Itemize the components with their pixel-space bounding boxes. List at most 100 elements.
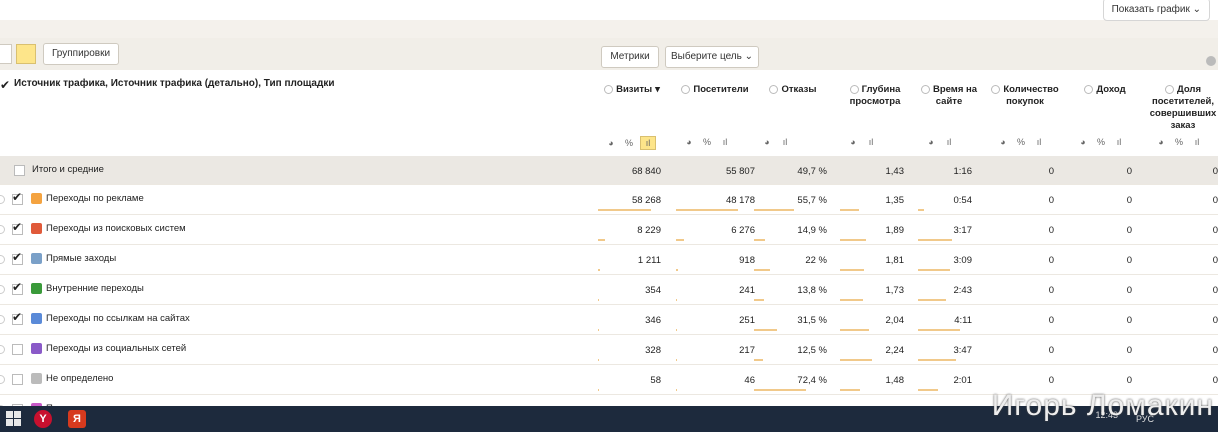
row-checkbox[interactable] <box>12 374 23 385</box>
pie-chart-icon[interactable]: ◕ <box>604 137 618 149</box>
cell-value: 3:47 <box>953 345 973 356</box>
table-row[interactable]: Внутренние переходы 354 241 13,8 % 1,73 2:43 0… <box>0 275 1218 305</box>
row-label[interactable]: Переходы по ссылкам на сайтах <box>46 313 190 324</box>
sort-desc-icon[interactable]: ▾ <box>655 84 660 95</box>
cell-value: 1:16 <box>953 166 973 177</box>
show-chart-button[interactable]: Показать график ⌄ <box>1102 0 1210 21</box>
table-row[interactable]: Переходы из поисковых систем 8 229 6 276 14… <box>0 215 1218 245</box>
column-select-radio[interactable] <box>604 84 614 94</box>
value-bar <box>754 269 770 271</box>
expand-icon[interactable] <box>0 225 5 234</box>
column-header-0[interactable]: Визиты ▾ <box>598 84 666 96</box>
expand-icon[interactable] <box>0 285 5 294</box>
cell-value: 0 <box>1212 375 1218 386</box>
column-header-5[interactable]: Количество покупок <box>990 84 1060 108</box>
cell-value: 0 <box>1212 166 1218 177</box>
column-header-label: Доля посетителей, совершивших заказ <box>1149 84 1217 131</box>
value-bar <box>598 299 599 301</box>
bar-chart-icon[interactable]: ıl <box>864 136 878 148</box>
expand-icon[interactable] <box>0 195 5 204</box>
row-label[interactable]: Внутренние переходы <box>46 283 144 294</box>
value-bar <box>918 299 946 301</box>
top-strip: Показать график ⌄ <box>0 0 1218 21</box>
windows-start-icon[interactable] <box>6 411 22 427</box>
pie-chart-icon[interactable]: ◕ <box>924 136 938 148</box>
value-bar <box>598 329 599 331</box>
cell-value: 0 <box>1126 166 1132 177</box>
bar-chart-icon[interactable]: ıl <box>640 136 656 150</box>
bar-chart-icon[interactable]: ıl <box>718 136 732 148</box>
row-checkbox[interactable] <box>12 280 23 295</box>
pie-chart-icon[interactable]: ◕ <box>1076 136 1090 148</box>
pie-chart-icon[interactable]: ◕ <box>1154 136 1168 148</box>
pie-chart-icon[interactable]: ◕ <box>760 136 774 148</box>
column-header-7[interactable]: Доля посетителей, совершивших заказ <box>1148 84 1218 132</box>
cell-value: 1,73 <box>885 285 905 296</box>
yandex-browser-icon[interactable]: Y <box>34 410 52 428</box>
list-view-icon[interactable] <box>0 44 12 64</box>
groupings-button[interactable]: Группировки <box>43 43 119 65</box>
column-header-2[interactable]: Отказы <box>754 84 832 96</box>
cell-value: 68 840 <box>631 166 661 177</box>
row-label[interactable]: Переходы по рекламе <box>46 193 144 204</box>
metrics-button[interactable]: Метрики <box>601 46 659 68</box>
cell-value: 22 % <box>805 255 827 266</box>
column-header-1[interactable]: Посетители <box>676 84 754 96</box>
value-bar <box>840 299 863 301</box>
tree-view-icon[interactable] <box>16 44 36 64</box>
value-bar <box>598 269 600 271</box>
percent-icon[interactable]: % <box>1014 136 1028 148</box>
row-checkbox[interactable] <box>12 250 23 265</box>
column-select-radio[interactable] <box>681 84 691 94</box>
row-label[interactable]: Переходы из социальных сетей <box>46 343 186 354</box>
row-label[interactable]: Итого и средние <box>32 164 104 175</box>
column-select-radio[interactable] <box>1164 84 1174 94</box>
row-checkbox[interactable] <box>12 190 23 205</box>
row-checkbox[interactable] <box>12 310 23 325</box>
column-select-radio[interactable] <box>1084 84 1094 94</box>
column-select-radio[interactable] <box>991 84 1001 94</box>
percent-icon[interactable]: % <box>622 137 636 149</box>
table-row[interactable]: Прямые заходы 1 211 918 22 % 1,81 3:09 0 0 0 <box>0 245 1218 275</box>
traffic-source-icon <box>31 343 42 354</box>
percent-icon[interactable]: % <box>1094 136 1108 148</box>
row-label[interactable]: Переходы из поисковых систем <box>46 223 186 234</box>
column-select-radio[interactable] <box>769 84 779 94</box>
column-header-3[interactable]: Глубина просмотра <box>840 84 910 108</box>
expand-icon[interactable] <box>0 375 5 384</box>
yandex-icon[interactable]: Я <box>68 410 86 428</box>
cell-value: 0 <box>1212 315 1218 326</box>
column-select-radio[interactable] <box>920 84 930 94</box>
pie-chart-icon[interactable]: ◕ <box>846 136 860 148</box>
table-row[interactable]: Переходы по ссылкам на сайтах 346 251 31,5 … <box>0 305 1218 335</box>
row-label[interactable]: Не определено <box>46 373 113 384</box>
expand-icon[interactable] <box>0 255 5 264</box>
choose-goal-button[interactable]: Выберите цель ⌄ <box>665 46 759 68</box>
bar-chart-icon[interactable]: ıl <box>1032 136 1046 148</box>
pie-chart-icon[interactable]: ◕ <box>682 136 696 148</box>
gear-icon[interactable] <box>1206 56 1216 66</box>
table-row[interactable]: Итого и средние 68 840 55 807 49,7 % 1,43 1:1… <box>0 156 1218 185</box>
column-header-4[interactable]: Время на сайте <box>918 84 980 108</box>
row-checkbox[interactable] <box>14 165 25 176</box>
table-row[interactable]: Переходы по рекламе 58 268 48 178 55,7 % 1,3… <box>0 185 1218 215</box>
row-checkbox[interactable] <box>12 344 23 355</box>
expand-icon[interactable] <box>0 345 5 354</box>
column-header-6[interactable]: Доход <box>1070 84 1140 96</box>
row-checkbox[interactable] <box>12 220 23 235</box>
bar-chart-icon[interactable]: ıl <box>1190 136 1204 148</box>
bar-chart-icon[interactable]: ıl <box>942 136 956 148</box>
expand-icon[interactable] <box>0 315 5 324</box>
column-header-label: Визиты <box>616 84 653 95</box>
cell-value: 0 <box>1212 285 1218 296</box>
column-select-radio[interactable] <box>849 84 859 94</box>
bar-chart-icon[interactable]: ıl <box>778 136 792 148</box>
row-label[interactable]: Прямые заходы <box>46 253 116 264</box>
pie-chart-icon[interactable]: ◕ <box>996 136 1010 148</box>
percent-icon[interactable]: % <box>700 136 714 148</box>
column-view-icons: ◕ ıl <box>924 136 960 148</box>
cell-value: 0 <box>1126 315 1132 326</box>
table-row[interactable]: Переходы из социальных сетей 328 217 12,5 %… <box>0 335 1218 365</box>
bar-chart-icon[interactable]: ıl <box>1112 136 1126 148</box>
percent-icon[interactable]: % <box>1172 136 1186 148</box>
